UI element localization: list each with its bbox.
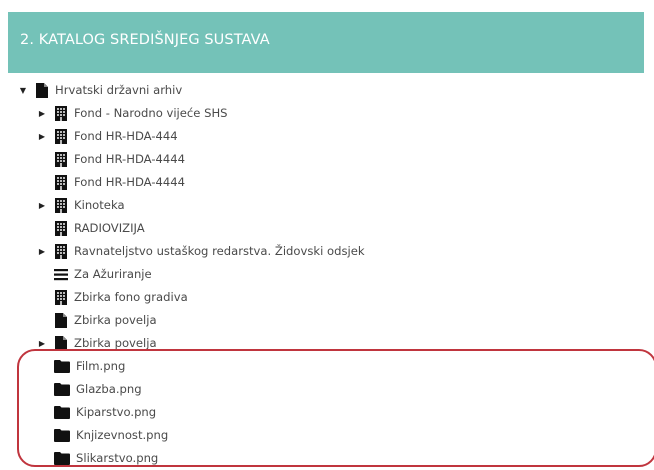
- tree-node-label: Slikarstvo.png: [76, 450, 159, 465]
- tree-node-label: Glazba.png: [76, 381, 142, 396]
- document-icon: [54, 312, 68, 328]
- tree-node-label: Ravnateljstvo ustaškog redarstva. Židovs…: [74, 243, 365, 258]
- tree-node-label: Film.png: [76, 358, 126, 373]
- building-icon: [54, 105, 68, 121]
- catalog-tree: ▼ Hrvatski državni arhiv ▶ Fond - Narodno…: [0, 0, 654, 465]
- caret-right-icon[interactable]: ▶: [36, 240, 48, 263]
- tree-node[interactable]: ▶Fond HR-HDA-4444: [36, 148, 185, 171]
- tree-node[interactable]: ▶Za Ažuriranje: [36, 263, 152, 286]
- folder-icon: [54, 382, 70, 396]
- tree-node-label: Fond HR-HDA-444: [74, 128, 178, 143]
- tree-node-label: Kinoteka: [74, 197, 125, 212]
- tree-node-root[interactable]: ▼ Hrvatski državni arhiv: [17, 79, 182, 102]
- building-icon: [54, 128, 68, 144]
- building-icon: [54, 243, 68, 259]
- tree-node[interactable]: ▶Film.png: [36, 355, 125, 378]
- folder-icon: [54, 405, 70, 419]
- tree-node[interactable]: ▶Zbirka fono gradiva: [36, 286, 188, 309]
- tree-node-label: RADIOVIZIJA: [74, 220, 145, 235]
- building-icon: [54, 220, 68, 236]
- tree-node[interactable]: ▶ Ravnateljstvo ustaškog redarstva. Židov…: [36, 240, 365, 263]
- caret-right-icon[interactable]: ▶: [36, 125, 48, 148]
- document-icon: [54, 335, 68, 351]
- folder-icon: [54, 359, 70, 373]
- tree-node[interactable]: ▶Fond HR-HDA-4444: [36, 171, 185, 194]
- tree-node[interactable]: ▶RADIOVIZIJA: [36, 217, 145, 240]
- building-icon: [54, 151, 68, 167]
- tree-node-label: Zbirka povelja: [74, 335, 157, 350]
- building-icon: [54, 197, 68, 213]
- tree-node-label: Fond - Narodno vijeće SHS: [74, 105, 228, 120]
- folder-icon: [54, 428, 70, 442]
- caret-down-icon[interactable]: ▼: [17, 79, 29, 102]
- tree-node-label: Zbirka povelja: [74, 312, 157, 327]
- caret-right-icon[interactable]: ▶: [36, 102, 48, 125]
- building-icon: [54, 174, 68, 190]
- document-icon: [35, 83, 49, 98]
- tree-node[interactable]: ▶Glazba.png: [36, 378, 142, 401]
- tree-node-label: Za Ažuriranje: [74, 266, 152, 281]
- tree-node-label: Fond HR-HDA-4444: [74, 174, 186, 189]
- tree-node[interactable]: ▶ Fond HR-HDA-444: [36, 125, 178, 148]
- tree-node-label: Knjizevnost.png: [76, 427, 169, 442]
- caret-right-icon[interactable]: ▶: [36, 332, 48, 355]
- tree-node-label: Fond HR-HDA-4444: [74, 151, 186, 166]
- caret-right-icon[interactable]: ▶: [36, 194, 48, 217]
- list-icon: [54, 267, 68, 282]
- tree-node[interactable]: ▶Kiparstvo.png: [36, 401, 156, 424]
- tree-node[interactable]: ▶Knjizevnost.png: [36, 424, 168, 447]
- tree-node[interactable]: ▶ Fond - Narodno vijeće SHS: [36, 102, 228, 125]
- building-icon: [54, 289, 68, 305]
- tree-node[interactable]: ▶Slikarstvo.png: [36, 447, 158, 470]
- tree-node[interactable]: ▶ Zbirka povelja: [36, 332, 157, 355]
- tree-node-label: Hrvatski državni arhiv: [55, 83, 183, 97]
- tree-node-label: Zbirka fono gradiva: [74, 289, 188, 304]
- tree-node[interactable]: ▶Zbirka povelja: [36, 309, 157, 332]
- tree-node[interactable]: ▶ Kinoteka: [36, 194, 125, 217]
- tree-node-label: Kiparstvo.png: [76, 404, 157, 419]
